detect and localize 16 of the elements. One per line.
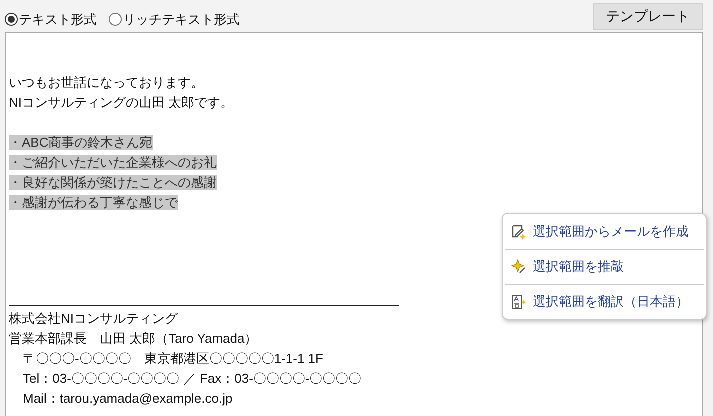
format-radio[interactable]: テキスト形式 — [5, 10, 97, 29]
menu-item[interactable]: 選択範囲からメールを作成 — [505, 214, 704, 249]
sparkle-icon — [511, 259, 527, 275]
template-button[interactable]: テンプレート — [593, 3, 703, 30]
body-text-line: いつもお世話になっております。 — [9, 75, 204, 90]
contact-line: Mail：tarou.yamada@example.co.jp — [23, 391, 233, 406]
signature-line: 営業本部課長 山田 太郎（Taro Yamada） — [9, 331, 258, 346]
signature-line: 株式会社NIコンサルティング — [9, 311, 178, 326]
edit-sparkle-icon — [511, 224, 527, 240]
menu-item[interactable]: 選択範囲を翻訳（日本語） — [505, 284, 704, 319]
format-radio[interactable]: リッチテキスト形式 — [109, 10, 240, 29]
contact-line: 〒〇〇〇-〇〇〇〇 東京都港区〇〇〇〇〇1-1-1 1F — [23, 351, 324, 366]
contact-line: Tel：03-〇〇〇〇-〇〇〇〇 ／ Fax：03-〇〇〇〇-〇〇〇〇 — [23, 371, 362, 386]
menu-item[interactable]: 選択範囲を推敲 — [505, 249, 704, 284]
body-text-line: NIコンサルティングの山田 太郎です。 — [9, 95, 234, 110]
translate-icon — [511, 294, 527, 310]
